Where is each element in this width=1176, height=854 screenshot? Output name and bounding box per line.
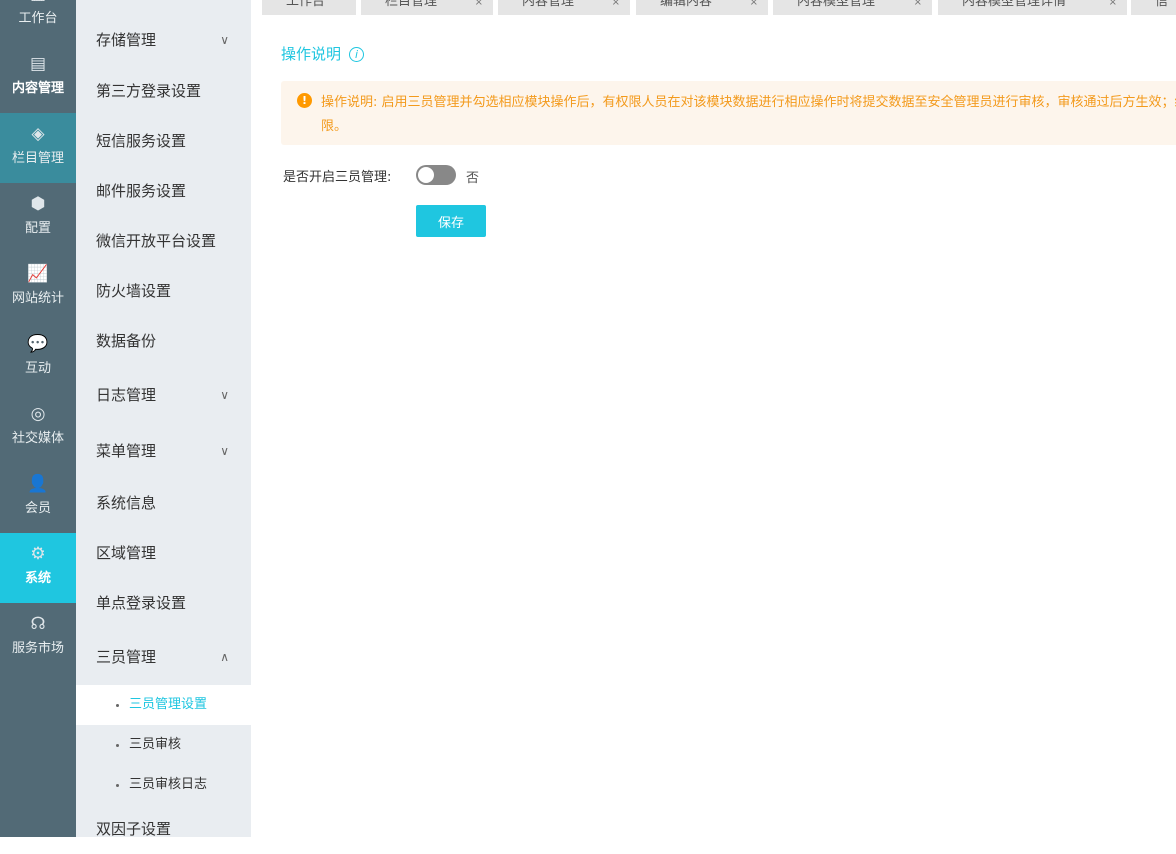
menu-label: 存储管理 <box>96 31 157 49</box>
tab-4[interactable]: 内容模型管理 × <box>773 0 932 15</box>
social-icon: ◎ <box>30 404 46 424</box>
rail-label: 内容管理 <box>11 81 64 96</box>
toggle-state: 否 <box>466 171 480 186</box>
rail-label: 社交媒体 <box>11 431 64 446</box>
tab-label: 信 <box>1155 0 1169 9</box>
menu-label: 短信服务设置 <box>96 132 187 150</box>
menu-item[interactable]: 邮件服务设置 <box>76 166 251 216</box>
tab-label: 编辑内容 <box>660 0 713 9</box>
warning-icon: ! <box>297 93 312 108</box>
chevron-icon: ∨ <box>220 444 229 458</box>
rail-item-9[interactable]: ☊ 服务市场 <box>0 603 76 673</box>
menu-label: 数据备份 <box>96 332 157 350</box>
close-icon[interactable]: × <box>1109 0 1117 8</box>
close-icon[interactable]: × <box>475 0 483 8</box>
three-admin-toggle[interactable] <box>416 165 456 185</box>
close-icon[interactable]: × <box>914 0 922 8</box>
cube-icon: ⬢ <box>30 194 46 214</box>
document-icon: ▤ <box>29 54 47 74</box>
tab-label: 内容模型管理 <box>797 0 876 9</box>
menu-item[interactable]: 第三方登录设置 <box>76 66 251 116</box>
dashboard-icon: ▦ <box>27 0 49 5</box>
rail-label: 服务市场 <box>11 641 64 656</box>
rail-item-6[interactable]: ◎ 社交媒体 <box>0 393 76 463</box>
menu-item[interactable]: 存储管理 ∨ <box>76 15 251 65</box>
menu-label: 微信开放平台设置 <box>96 232 217 250</box>
rail-item-4[interactable]: 📈 网站统计 <box>0 253 76 323</box>
submenu-item[interactable]: 三员审核 <box>76 725 251 765</box>
menu-item[interactable]: 区域管理 <box>76 528 251 578</box>
notice-text: 操作说明: 启用三员管理并勾选相应模块操作后，有权限人员在对该模块数据进行相应操… <box>321 95 1176 134</box>
rail-label: 工作台 <box>18 11 58 26</box>
tab-label: 工作台 <box>286 0 326 9</box>
rail-item-7[interactable]: 👤 会员 <box>0 463 76 533</box>
info-icon[interactable]: i <box>349 47 365 62</box>
tab-0[interactable]: 工作台 <box>262 0 356 15</box>
rail-label: 互动 <box>24 361 51 376</box>
rail-item-2[interactable]: ◈ 栏目管理 <box>0 113 76 183</box>
menu-item[interactable]: 双因子设置 <box>76 804 251 854</box>
system-submenu: 存储管理 ∨ 第三方登录设置 短信服务设置 邮件服务设置微信开放平台设置 防火墙设置数据备… <box>76 0 251 838</box>
page-title: 操作说明 i <box>281 43 365 64</box>
menu-item[interactable]: 微信开放平台设置 <box>76 216 251 266</box>
service-icon: ☊ <box>30 614 46 634</box>
save-button[interactable]: 保存 <box>416 205 486 237</box>
chevron-icon: ∨ <box>220 388 229 402</box>
gear-icon: ⚙ <box>30 544 46 564</box>
menu-label: 区域管理 <box>96 544 157 562</box>
layers-icon: ◈ <box>31 124 45 144</box>
content-area: 操作说明 i ! 操作说明: 启用三员管理并勾选相应模块操作后，有权限人员在对该模… <box>251 15 1176 837</box>
menu-label: 邮件服务设置 <box>96 182 187 200</box>
submenu-item[interactable]: 三员审核日志 <box>76 765 251 805</box>
rail-label: 网站统计 <box>11 291 64 306</box>
menu-item[interactable]: 防火墙设置 <box>76 266 251 316</box>
menu-item[interactable]: 单点登录设置 <box>76 578 251 628</box>
submenu-item[interactable]: 三员管理设置 <box>76 685 251 725</box>
menu-label: 日志管理 <box>96 386 157 404</box>
tab-label: 内容管理 <box>522 0 575 9</box>
menu-label: 菜单管理 <box>96 442 157 460</box>
menu-label: 单点登录设置 <box>96 594 187 612</box>
rail-item-8[interactable]: ⚙ 系统 <box>0 533 76 603</box>
chat-icon: 💬 <box>27 334 49 354</box>
menu-label: 防火墙设置 <box>96 282 172 300</box>
menu-item[interactable]: 短信服务设置 <box>76 116 251 166</box>
menu-item[interactable]: 菜单管理 ∨ <box>76 426 251 476</box>
rail-item-0[interactable]: ▦ 工作台 <box>0 0 76 43</box>
menu-label: 系统信息 <box>96 494 157 512</box>
chart-icon: 📈 <box>27 264 49 284</box>
tab-bar: 工作台 栏目管理 × 内容管理 × 编辑内容 × 内容模型管理 × 内容模型管理详情 × 信 <box>251 0 1176 15</box>
menu-item[interactable]: 系统信息 <box>76 478 251 528</box>
menu-label: 第三方登录设置 <box>96 82 202 100</box>
menu-item[interactable]: 三员管理 ∧ <box>76 632 251 682</box>
rail-item-1[interactable]: ▤ 内容管理 <box>0 43 76 113</box>
chevron-icon: ∧ <box>220 650 229 664</box>
tab-3[interactable]: 编辑内容 × <box>636 0 768 15</box>
tab-label: 栏目管理 <box>385 0 438 9</box>
main-nav-rail: ▦ 工作台 ▤ 内容管理 ◈ 栏目管理 ⬢ 配置 📈 网站统计 💬 互动 ◎ 社交媒体 👤 会员 ⚙ 系统 ☊ 服务市… <box>0 0 76 837</box>
tab-2[interactable]: 内容管理 × <box>498 0 630 15</box>
tab-1[interactable]: 栏目管理 × <box>361 0 493 15</box>
rail-label: 栏目管理 <box>11 151 64 166</box>
rail-label: 配置 <box>24 221 51 236</box>
toggle-label: 是否开启三员管理: <box>283 170 392 185</box>
menu-item[interactable]: 日志管理 ∨ <box>76 370 251 420</box>
rail-label: 会员 <box>24 501 51 516</box>
close-icon[interactable]: × <box>612 0 620 8</box>
notice-banner: ! 操作说明: 启用三员管理并勾选相应模块操作后，有权限人员在对该模块数据进行相… <box>281 81 1176 145</box>
rail-label: 系统 <box>24 571 51 586</box>
tab-5[interactable]: 内容模型管理详情 × <box>938 0 1127 15</box>
rail-item-5[interactable]: 💬 互动 <box>0 323 76 393</box>
close-icon[interactable]: × <box>750 0 758 8</box>
rail-item-3[interactable]: ⬢ 配置 <box>0 183 76 253</box>
tab-6[interactable]: 信 <box>1131 0 1176 15</box>
member-icon: 👤 <box>27 474 49 494</box>
chevron-icon: ∨ <box>220 33 229 47</box>
menu-label: 三员管理 <box>96 648 157 666</box>
tab-label: 内容模型管理详情 <box>962 0 1067 9</box>
menu-item[interactable]: 数据备份 <box>76 316 251 366</box>
